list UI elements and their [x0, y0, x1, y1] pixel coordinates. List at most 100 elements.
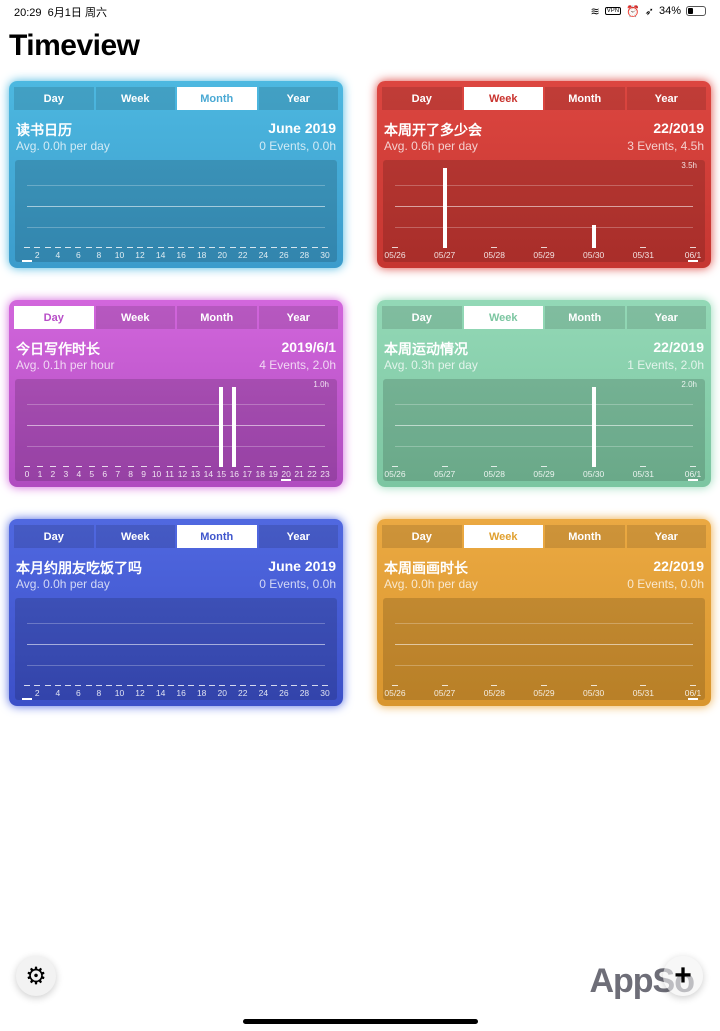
tab-year[interactable]: Year: [258, 306, 338, 329]
tab-week[interactable]: Week: [463, 525, 543, 548]
timeline-card[interactable]: Day Week Month Year 今日写作时长 2019/6/1 Avg. 0.1…: [9, 300, 343, 487]
chart-slot: [228, 160, 238, 262]
chart-zero-mark: [34, 247, 41, 248]
tab-week[interactable]: Week: [463, 87, 543, 110]
chart-slot: [145, 598, 155, 700]
chart-zero-mark: [49, 466, 56, 467]
chart-slot: 10: [114, 598, 124, 700]
current-marker: [688, 698, 698, 700]
location-icon: ➶: [644, 5, 654, 18]
chart-slot: 06/1: [685, 379, 701, 481]
chart-slot: 14: [156, 160, 166, 262]
gear-icon: ⚙: [25, 962, 47, 990]
home-indicator[interactable]: [243, 1019, 478, 1024]
tab-month[interactable]: Month: [177, 306, 257, 329]
chart-zero-mark: [95, 247, 102, 248]
chart-slot: 3: [61, 379, 71, 481]
tab-day[interactable]: Day: [382, 87, 462, 110]
chart-slot: 18: [197, 598, 207, 700]
x-tick-label: 05/30: [583, 688, 605, 698]
tab-year[interactable]: Year: [626, 87, 706, 110]
timeline-card[interactable]: Day Week Month Year 本周运动情况 22/2019 Avg. 0.3h…: [377, 300, 711, 487]
chart-zero-mark: [208, 247, 215, 248]
chart-zero-mark: [257, 466, 264, 467]
timeline-card[interactable]: Day Week Month Year 本周开了多少会 22/2019 Avg. 0.6…: [377, 81, 711, 268]
chart-zero-mark: [153, 466, 160, 467]
card-period: 2019/6/1: [281, 339, 337, 355]
chart-zero-mark: [208, 685, 215, 686]
chart-zero-mark: [126, 685, 133, 686]
tab-month[interactable]: Month: [545, 306, 625, 329]
chart-slot: 05/28: [484, 379, 505, 481]
chart-slot: 05/30: [583, 160, 604, 262]
chart-zero-mark: [101, 466, 108, 467]
chart-zero-mark: [192, 466, 199, 467]
period-tabs: Day Week Month Year: [14, 525, 338, 548]
chart-zero-mark: [137, 685, 144, 686]
chart-zero-mark: [106, 247, 113, 248]
wifi-icon: ≋: [590, 5, 600, 18]
chart-zero-mark: [491, 685, 498, 686]
x-tick-label: 05/31: [632, 469, 654, 479]
current-marker: [688, 260, 698, 262]
tab-month[interactable]: Month: [545, 525, 625, 548]
chart-zero-mark: [301, 685, 308, 686]
chart-slot: 05/30: [583, 598, 604, 700]
chart-slot: [125, 160, 135, 262]
chart-slot: 30: [320, 598, 330, 700]
x-tick-label: 05/31: [632, 688, 654, 698]
chart-slot: 20: [217, 598, 227, 700]
chart-zero-mark: [65, 247, 72, 248]
chart-zero-mark: [147, 247, 154, 248]
chart-zero-mark: [309, 466, 316, 467]
chart-zero-mark: [106, 685, 113, 686]
tab-week[interactable]: Week: [95, 525, 175, 548]
timeline-card[interactable]: Day Week Month Year 本月约朋友吃饭了吗 June 2019 Avg.…: [9, 519, 343, 706]
tab-year[interactable]: Year: [626, 306, 706, 329]
chart-slot: 8: [94, 598, 104, 700]
chart-zero-mark: [301, 247, 308, 248]
x-tick-label: 05/30: [583, 250, 605, 260]
tab-week[interactable]: Week: [95, 87, 175, 110]
x-tick-label: 05/26: [384, 688, 406, 698]
card-period: 22/2019: [653, 120, 704, 136]
tab-month[interactable]: Month: [545, 87, 625, 110]
tab-year[interactable]: Year: [626, 525, 706, 548]
timeline-card[interactable]: Day Week Month Year 读书日历 June 2019 Avg. 0.0h…: [9, 81, 343, 268]
tab-day[interactable]: Day: [382, 525, 462, 548]
x-tick-label: 05/31: [632, 250, 654, 260]
chart-zero-mark: [392, 685, 398, 686]
chart-zero-mark: [85, 685, 92, 686]
tab-week[interactable]: Week: [95, 306, 175, 329]
chart-zero-mark: [260, 685, 267, 686]
tab-day[interactable]: Day: [382, 306, 462, 329]
chart-zero-mark: [322, 685, 328, 686]
chart-zero-mark: [126, 247, 133, 248]
chart-zero-mark: [296, 466, 303, 467]
chart-zero-mark: [166, 466, 173, 467]
tab-month[interactable]: Month: [177, 525, 257, 548]
chart-slot: 8: [126, 379, 136, 481]
card-period: June 2019: [268, 558, 336, 574]
tab-day[interactable]: Day: [14, 525, 94, 548]
chart-zero-mark: [88, 466, 95, 467]
settings-button[interactable]: ⚙: [16, 956, 56, 996]
tab-day[interactable]: Day: [14, 306, 94, 329]
tab-year[interactable]: Year: [258, 87, 338, 110]
tab-day[interactable]: Day: [14, 87, 94, 110]
x-tick-label: 05/28: [483, 688, 505, 698]
add-button[interactable]: +: [663, 956, 703, 996]
card-average: Avg. 0.0h per day: [16, 139, 110, 153]
tab-year[interactable]: Year: [258, 525, 338, 548]
tab-month[interactable]: Month: [177, 87, 257, 110]
timeline-card[interactable]: Day Week Month Year 本周画画时长 22/2019 Avg. 0.0h…: [377, 519, 711, 706]
chart-slot: 05/27: [434, 598, 455, 700]
chart-slot: [43, 160, 53, 262]
chart-zero-mark: [311, 685, 318, 686]
chart-slot: 05/26: [384, 379, 406, 481]
chart-zero-mark: [179, 466, 186, 467]
chart-slot: [63, 160, 73, 262]
chart-zero-mark: [116, 685, 123, 686]
tab-week[interactable]: Week: [463, 306, 543, 329]
chart-zero-mark: [244, 466, 251, 467]
